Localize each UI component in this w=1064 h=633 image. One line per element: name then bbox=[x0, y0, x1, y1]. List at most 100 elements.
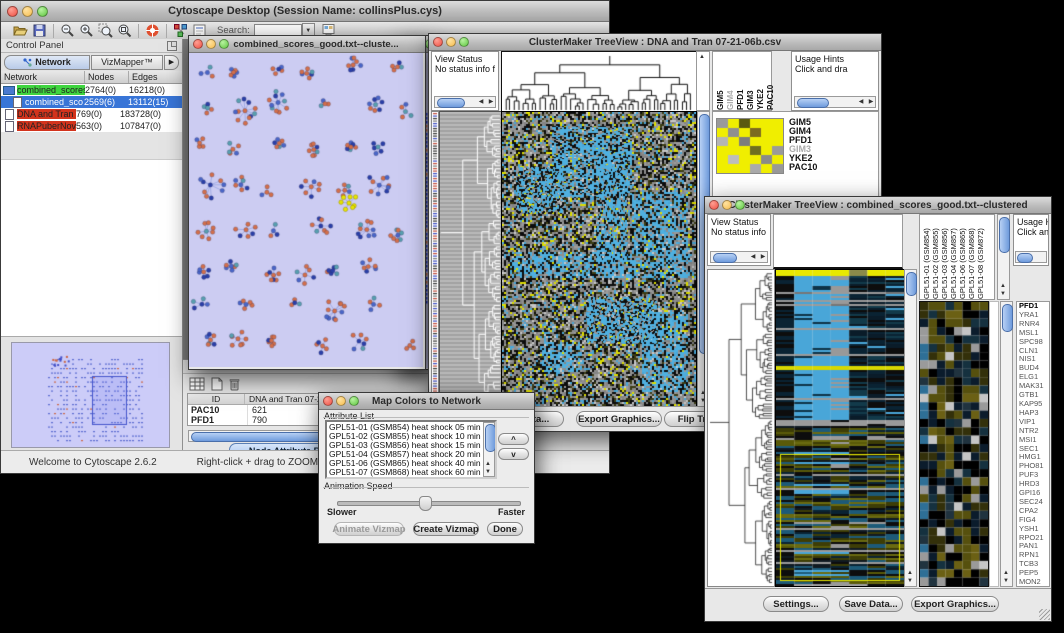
resize-grip[interactable] bbox=[1039, 609, 1050, 620]
zoom-in-icon[interactable] bbox=[79, 23, 94, 38]
new-attribute-icon[interactable] bbox=[210, 377, 223, 391]
network-name[interactable]: combined_scores_ bbox=[17, 85, 85, 95]
attribute-list-scroll-thumb[interactable] bbox=[485, 424, 496, 452]
treeview2-titlebar[interactable]: ClusterMaker TreeView : combined_scores_… bbox=[705, 197, 1051, 214]
float-panel-icon[interactable] bbox=[167, 41, 177, 51]
dialog-titlebar[interactable]: Map Colors to Network bbox=[319, 393, 534, 410]
col-network[interactable]: Network bbox=[1, 71, 85, 83]
network-table-row[interactable]: RNAPuberNov2+563(0)107847(0) bbox=[1, 120, 182, 132]
tv2-global-heatmap[interactable] bbox=[775, 269, 905, 587]
col-edges[interactable]: Edges bbox=[129, 71, 182, 83]
tv2-zoom-vscroll-thumb[interactable] bbox=[1002, 304, 1013, 332]
scroll-down-icon[interactable]: ▼ bbox=[998, 291, 1008, 298]
birdseye-canvas[interactable] bbox=[11, 342, 170, 448]
tv1-tree-strip[interactable]: ▲ bbox=[696, 51, 710, 111]
tv2-zoom-heatmap[interactable] bbox=[919, 301, 989, 587]
tv1-status-hscrollbar[interactable]: ◀ ▶ bbox=[434, 96, 496, 108]
zoom-selected-icon[interactable] bbox=[98, 23, 113, 38]
table-icon[interactable] bbox=[189, 377, 205, 391]
column-label[interactable]: PFD1 bbox=[736, 52, 745, 110]
id-column-header[interactable]: ID bbox=[188, 394, 245, 404]
column-label[interactable]: GIM3 bbox=[746, 52, 755, 110]
scroll-up-icon[interactable]: ▲ bbox=[998, 283, 1008, 290]
minimize-icon[interactable] bbox=[22, 6, 33, 17]
network-titlebar[interactable]: combined_scores_good.txt--cluste... bbox=[189, 36, 425, 53]
tv1-zoom-heatmap[interactable] bbox=[716, 118, 784, 174]
help-lifering-icon[interactable] bbox=[145, 23, 160, 38]
tv2-status-scroll-thumb[interactable] bbox=[713, 253, 737, 263]
minimize-icon[interactable] bbox=[206, 39, 216, 49]
scroll-left-icon[interactable]: ◀ bbox=[476, 99, 486, 106]
network-table-header[interactable]: Network Nodes Edges bbox=[1, 71, 182, 84]
tv2-top-vscrollbar[interactable]: ▲ ▼ bbox=[997, 214, 1010, 300]
column-label[interactable]: GIM4 bbox=[726, 52, 735, 110]
scroll-up-icon[interactable]: ▲ bbox=[483, 461, 493, 468]
tv2-hints-scroll-thumb[interactable] bbox=[1017, 253, 1033, 263]
gene-label[interactable]: PAC10 bbox=[789, 163, 817, 172]
create-vizmap-button[interactable]: Create Vizmap bbox=[413, 522, 479, 536]
trash-icon[interactable] bbox=[228, 377, 241, 391]
column-label[interactable]: GPL51-08 (GSM872) bbox=[976, 215, 985, 299]
tv2-save-data-button[interactable]: Save Data... bbox=[839, 596, 903, 612]
treeview1-titlebar[interactable]: ClusterMaker TreeView : DNA and Tran 07-… bbox=[429, 34, 881, 51]
close-icon[interactable] bbox=[323, 396, 333, 406]
scroll-down-icon[interactable]: ▼ bbox=[905, 578, 915, 585]
tv2-status-hscrollbar[interactable]: ◀ ▶ bbox=[710, 251, 768, 263]
column-label[interactable]: GPL51-02 (GSM855) bbox=[931, 215, 940, 299]
scroll-right-icon[interactable]: ▶ bbox=[866, 99, 876, 106]
close-icon[interactable] bbox=[7, 6, 18, 17]
network-name[interactable]: combined_sco bbox=[25, 97, 84, 107]
minimize-icon[interactable] bbox=[722, 200, 732, 210]
attribute-list-item[interactable]: GPL51-07 (GSM868) heat shock 60 min bbox=[329, 468, 493, 477]
zoom-window-icon[interactable] bbox=[459, 37, 469, 47]
network-name[interactable]: DNA and Tran 07 bbox=[17, 109, 76, 119]
tv2-hints-hscrollbar[interactable] bbox=[1015, 251, 1047, 263]
scroll-down-icon[interactable]: ▼ bbox=[483, 469, 493, 476]
scroll-up-icon[interactable]: ▲ bbox=[1001, 570, 1011, 577]
zoom-window-icon[interactable] bbox=[219, 39, 229, 49]
zoom-out-icon[interactable] bbox=[60, 23, 75, 38]
network-table-row[interactable]: combined_scores_2764(0)16218(0) bbox=[1, 84, 182, 96]
zoom-fit-icon[interactable] bbox=[117, 23, 132, 38]
scroll-right-icon[interactable]: ▶ bbox=[486, 99, 496, 106]
tv2-export-graphics-button[interactable]: Export Graphics... bbox=[911, 596, 999, 612]
window-controls[interactable] bbox=[7, 6, 48, 17]
column-label[interactable]: GPL51-01 (GSM854) bbox=[922, 215, 931, 299]
tv1-row-label-strip[interactable] bbox=[431, 111, 439, 407]
move-up-button[interactable]: ^ bbox=[498, 433, 529, 445]
tv1-hints-hscrollbar[interactable]: ◀ ▶ bbox=[794, 96, 876, 108]
tab-vizmapper[interactable]: VizMapper™ bbox=[91, 55, 163, 70]
column-label[interactable]: YKE2 bbox=[756, 52, 765, 110]
minimize-icon[interactable] bbox=[336, 396, 346, 406]
column-label[interactable]: GPL51-03 (GSM856) bbox=[940, 215, 949, 299]
animate-vizmap-button[interactable]: Animate Vizmap bbox=[334, 522, 404, 536]
network-table-row[interactable]: DNA and Tran 07769(0)183728(0) bbox=[1, 108, 182, 120]
network-name[interactable]: RNAPuberNov2+ bbox=[17, 121, 76, 131]
save-icon[interactable] bbox=[32, 23, 47, 38]
scroll-up-icon[interactable]: ▲ bbox=[905, 570, 915, 577]
close-icon[interactable] bbox=[193, 39, 203, 49]
network-canvas[interactable] bbox=[189, 53, 423, 367]
column-label[interactable]: GPL51-07 (GSM868) bbox=[967, 215, 976, 299]
tv1-status-scroll-thumb[interactable] bbox=[437, 98, 465, 108]
open-folder-icon[interactable] bbox=[13, 23, 28, 38]
tv2-vscroll-thumb[interactable] bbox=[906, 272, 917, 296]
scroll-down-icon[interactable]: ▼ bbox=[1001, 578, 1011, 585]
zoom-window-icon[interactable] bbox=[37, 6, 48, 17]
move-down-button[interactable]: v bbox=[498, 448, 529, 460]
network-list-empty-area[interactable] bbox=[1, 159, 182, 336]
tv1-row-dendrogram[interactable] bbox=[439, 111, 503, 407]
tv2-top-vscroll-thumb[interactable] bbox=[999, 217, 1010, 253]
gene-label[interactable]: MON2 bbox=[1019, 578, 1049, 587]
minimize-icon[interactable] bbox=[446, 37, 456, 47]
scroll-left-icon[interactable]: ◀ bbox=[856, 99, 866, 106]
vizmap-icon[interactable] bbox=[173, 23, 188, 38]
tv2-row-dendrogram[interactable] bbox=[707, 269, 775, 587]
close-icon[interactable] bbox=[709, 200, 719, 210]
network-table-row[interactable]: combined_sco2569(6)13112(15) bbox=[1, 96, 182, 108]
column-label[interactable]: GPL51-04 (GSM857) bbox=[949, 215, 958, 299]
main-titlebar[interactable]: Cytoscape Desktop (Session Name: collins… bbox=[1, 1, 609, 22]
tv2-zoom-vscrollbar[interactable]: ▲ ▼ bbox=[1000, 301, 1013, 587]
column-label[interactable]: PAC10 bbox=[766, 52, 775, 110]
tv1-export-graphics-button[interactable]: Export Graphics... bbox=[576, 411, 662, 427]
